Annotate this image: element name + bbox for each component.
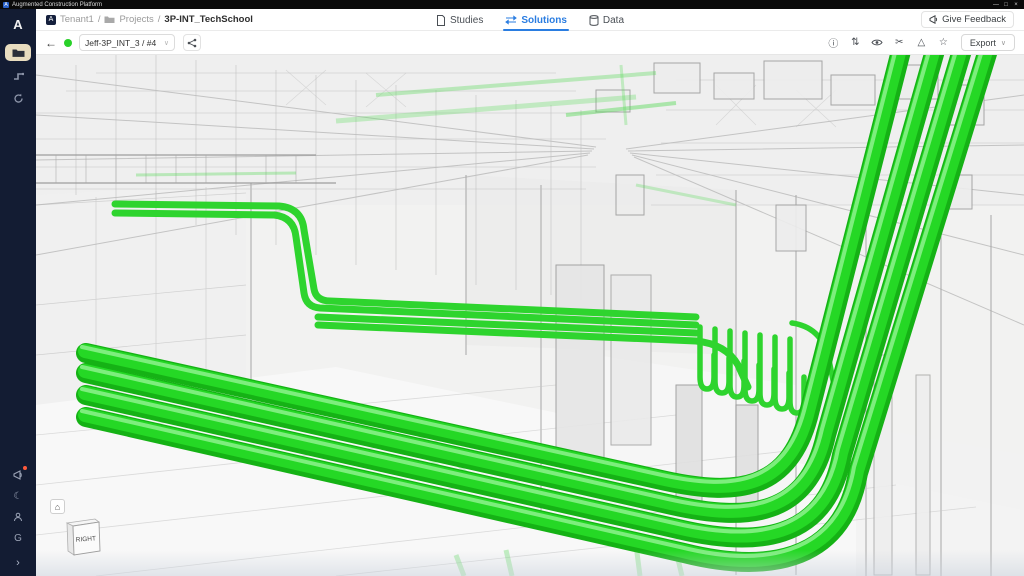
pipe-route-icon (13, 70, 24, 81)
tab-studies-label: Studies (450, 15, 483, 26)
user-icon (13, 512, 23, 522)
back-button[interactable]: ← (45, 36, 57, 50)
tab-solutions-label: Solutions (521, 15, 567, 26)
favorite-button[interactable]: ☆ (935, 34, 952, 51)
os-title-bar: A Augmented Construction Platform — □ × (0, 0, 1024, 9)
folder-icon (12, 48, 25, 58)
home-view-button[interactable]: ⌂ (50, 499, 65, 514)
app-logo[interactable]: A (13, 17, 22, 32)
chevron-down-icon: ∨ (1001, 39, 1006, 47)
clip-button[interactable]: ✂ (891, 34, 908, 51)
window-minimize-button[interactable]: — (991, 2, 1001, 8)
tab-data-label: Data (603, 15, 624, 26)
sidebar-item-projects[interactable] (5, 44, 31, 61)
flow-arrows-button[interactable]: ⇅ (847, 34, 864, 51)
export-label: Export (970, 38, 996, 48)
announcement-icon (13, 470, 24, 480)
model-render (36, 55, 1024, 576)
breadcrumb-tenant[interactable]: Tenant1 (60, 14, 94, 25)
gear-refresh-icon (13, 93, 24, 104)
sidebar-item-theme[interactable]: ☾ (9, 489, 27, 503)
viewport-3d-scene[interactable]: ⌂ RIGHT (36, 55, 1024, 576)
tab-solutions[interactable]: Solutions (505, 9, 567, 31)
visibility-button[interactable] (869, 34, 886, 51)
solutions-route-icon (505, 15, 517, 25)
sidebar-item-pipes[interactable] (5, 67, 31, 84)
share-icon (187, 38, 197, 48)
give-feedback-label: Give Feedback (942, 14, 1006, 25)
breadcrumb: A Tenant1 / Projects / 3P-INT_TechSchool (46, 14, 253, 25)
solution-toolbar: ← Jeff-3P_INT_3 / #4 ∨ ⓘ ⇅ ✂ △ ☆ Export … (36, 31, 1024, 55)
give-feedback-button[interactable]: Give Feedback (921, 11, 1014, 28)
chevron-down-icon: ∨ (164, 39, 169, 47)
breadcrumb-project-name: 3P-INT_TechSchool (164, 14, 253, 25)
database-icon (589, 15, 599, 26)
breadcrumb-projects[interactable]: Projects (119, 14, 153, 25)
solution-selector[interactable]: Jeff-3P_INT_3 / #4 ∨ (79, 34, 175, 51)
sidebar-item-settings[interactable] (5, 90, 31, 107)
sidebar-expand-button[interactable]: › (9, 556, 27, 570)
tenant-badge: A (46, 15, 56, 25)
app-badge-icon: A (3, 2, 9, 8)
share-button[interactable] (183, 34, 201, 51)
eye-icon (871, 38, 883, 47)
sidebar-item-language[interactable]: G (9, 531, 27, 545)
sidebar-item-notifications[interactable] (9, 468, 27, 482)
sidebar-item-profile[interactable] (9, 510, 27, 524)
clash-warning-button[interactable]: △ (913, 34, 930, 51)
left-sidebar: A ☾ G › (0, 9, 36, 576)
view-cube-face-label: RIGHT (76, 535, 97, 543)
document-icon (436, 15, 446, 26)
solution-selector-value: Jeff-3P_INT_3 / #4 (85, 38, 156, 48)
export-button[interactable]: Export ∨ (961, 34, 1015, 51)
tab-data[interactable]: Data (589, 9, 624, 31)
viewer-action-group: ⓘ ⇅ ✂ △ ☆ Export ∨ (825, 34, 1015, 51)
folder-icon (104, 15, 115, 24)
info-button[interactable]: ⓘ (825, 34, 842, 51)
breadcrumb-separator: / (158, 14, 161, 25)
view-cube[interactable]: RIGHT (59, 513, 105, 559)
solution-status-dot (64, 39, 72, 47)
feedback-megaphone-icon (929, 15, 938, 24)
notification-dot (23, 466, 27, 470)
window-title: Augmented Construction Platform (12, 2, 102, 8)
tab-studies[interactable]: Studies (436, 9, 483, 31)
window-maximize-button[interactable]: □ (1001, 2, 1011, 8)
window-close-button[interactable]: × (1011, 2, 1021, 8)
breadcrumb-separator: / (98, 14, 101, 25)
app-header: A Tenant1 / Projects / 3P-INT_TechSchool… (36, 9, 1024, 31)
